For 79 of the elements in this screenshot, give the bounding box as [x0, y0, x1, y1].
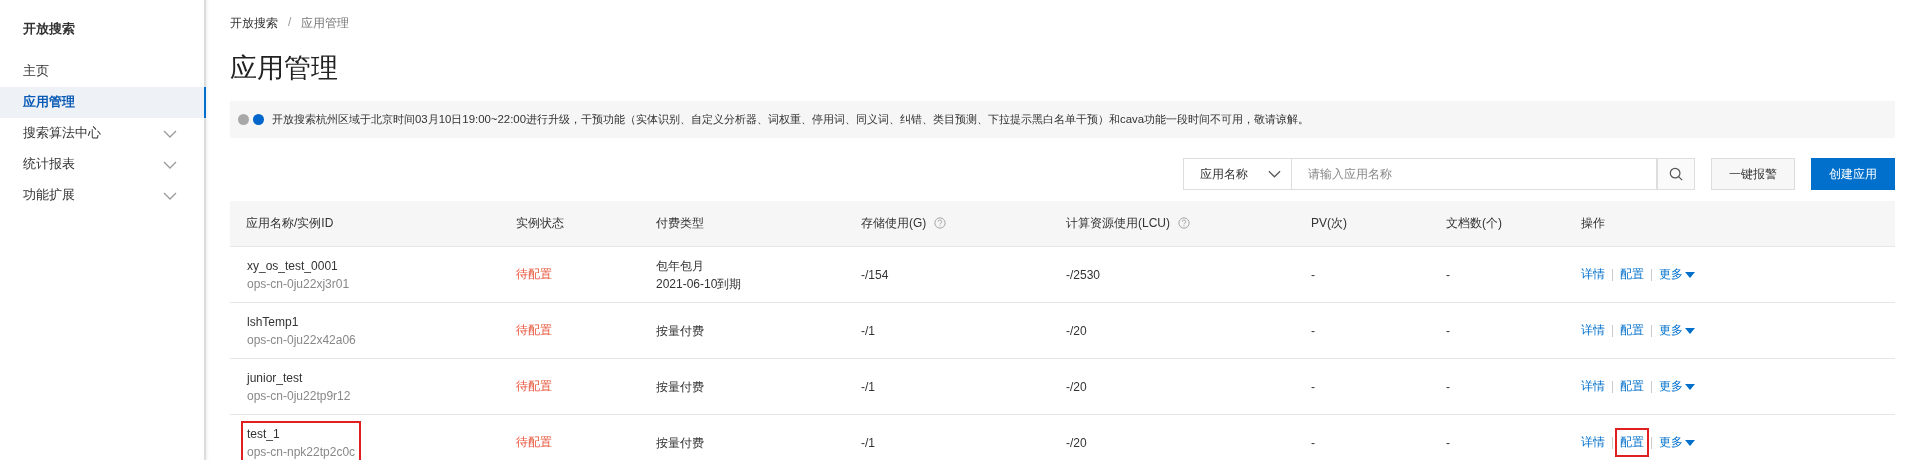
sidebar-item[interactable]: 统计报表 [0, 149, 204, 180]
action-link[interactable]: 配置 [1615, 428, 1649, 457]
column-header: PV(次) [1311, 216, 1347, 230]
more-dropdown-link[interactable]: 更多 [1654, 316, 1700, 345]
app-name: test_1 [247, 425, 281, 443]
column-header: 付费类型 [656, 216, 704, 230]
action-link[interactable]: 详情 [1576, 372, 1610, 401]
action-link[interactable]: 配置 [1615, 316, 1649, 345]
billing-type: 按量付费 [656, 322, 705, 340]
status-text: 待配置 [516, 323, 552, 337]
create-button[interactable]: 创建应用 [1811, 158, 1895, 190]
action-link[interactable]: 详情 [1576, 428, 1610, 457]
sidebar-item[interactable]: 应用管理 [0, 87, 206, 118]
table-cell: -/154 [861, 267, 889, 282]
column-header: 计算资源使用(LCU) [1066, 216, 1170, 230]
caret-icon [1685, 383, 1695, 390]
help-icon[interactable] [1178, 217, 1190, 229]
table-cell: - [1446, 379, 1450, 394]
table-cell: - [1446, 323, 1450, 338]
table-cell: - [1446, 267, 1450, 282]
page-title: 应用管理 [230, 52, 339, 85]
action-link[interactable]: 详情 [1576, 260, 1610, 289]
instance-id: ops-cn-0ju22x42a06 [247, 331, 356, 349]
column-header: 应用名称/实例ID [246, 216, 334, 230]
more-dropdown-link[interactable]: 更多 [1654, 428, 1700, 457]
table-cell: -/1 [861, 379, 875, 394]
notice-text: 开放搜索杭州区域于北京时间03月10日19:00~22:00进行升级，干预功能（实体识别、自定义分析器、词权重、停用词、同义词、纠错、类目预测、下拉提示黑白名单干预）和cava功能一段时间不可用，敬请谅解。 [272, 112, 1310, 127]
table-cell: - [1311, 323, 1315, 338]
carousel-dot[interactable] [253, 114, 264, 125]
more-dropdown-link[interactable]: 更多 [1654, 372, 1700, 401]
alert-button[interactable]: 一键报警 [1711, 158, 1795, 190]
help-icon[interactable] [934, 217, 947, 229]
column-header: 文档数(个) [1446, 216, 1502, 230]
column-header: 实例状态 [516, 216, 564, 230]
app-name: xy_os_test_0001 [247, 257, 339, 275]
status-text: 待配置 [516, 435, 552, 449]
search-icon [1669, 167, 1683, 181]
app-name: lshTemp1 [247, 313, 300, 331]
billing-type: 包年包月 [656, 257, 705, 275]
caret-icon [1685, 327, 1695, 334]
search-type-select[interactable]: 应用名称 [1183, 158, 1292, 190]
breadcrumb-item[interactable]: 开放搜索 [230, 15, 278, 32]
column-header: 存储使用(G) [861, 216, 927, 230]
action-link[interactable]: 配置 [1615, 260, 1649, 289]
sidebar-title: 开放搜索 [22, 20, 76, 38]
search-button[interactable] [1657, 158, 1695, 190]
caret-icon [1685, 439, 1695, 446]
chevron-down-icon [1268, 170, 1281, 178]
billing-type: 按量付费 [656, 378, 705, 396]
breadcrumb-separator: / [288, 15, 292, 31]
carousel-dot[interactable] [238, 114, 249, 125]
sidebar-item[interactable]: 主页 [0, 56, 204, 87]
action-link[interactable]: 详情 [1576, 316, 1610, 345]
table-cell: -/20 [1066, 435, 1087, 450]
more-dropdown-link[interactable]: 更多 [1654, 260, 1700, 289]
search-field[interactable]: 请输入应用名称 [1292, 158, 1657, 190]
instance-id: ops-cn-0ju22xj3r01 [247, 275, 350, 293]
caret-icon [1685, 271, 1695, 278]
table-cell: - [1311, 267, 1315, 282]
breadcrumb-item: 应用管理 [301, 15, 350, 32]
status-text: 待配置 [516, 267, 552, 281]
table-cell: -/1 [861, 323, 875, 338]
app-name: junior_test [247, 369, 304, 387]
instance-id: ops-cn-0ju22tp9r12 [247, 387, 351, 405]
table-cell: -/2530 [1066, 267, 1101, 282]
sidebar-item[interactable]: 搜索算法中心 [0, 118, 204, 149]
billing-type: 按量付费 [656, 434, 705, 452]
table-cell: -/1 [861, 435, 875, 450]
column-header: 操作 [1581, 216, 1605, 230]
status-text: 待配置 [516, 379, 552, 393]
table-cell: - [1311, 379, 1315, 394]
table-cell: -/20 [1066, 379, 1087, 394]
instance-id: ops-cn-npk22tp2c0c [247, 443, 356, 460]
sidebar-item[interactable]: 功能扩展 [0, 180, 204, 211]
table-cell: - [1446, 435, 1450, 450]
action-link[interactable]: 配置 [1615, 372, 1649, 401]
billing-type: 2021-06-10到期 [656, 275, 743, 293]
table-cell: -/20 [1066, 323, 1087, 338]
table-cell: - [1311, 435, 1315, 450]
